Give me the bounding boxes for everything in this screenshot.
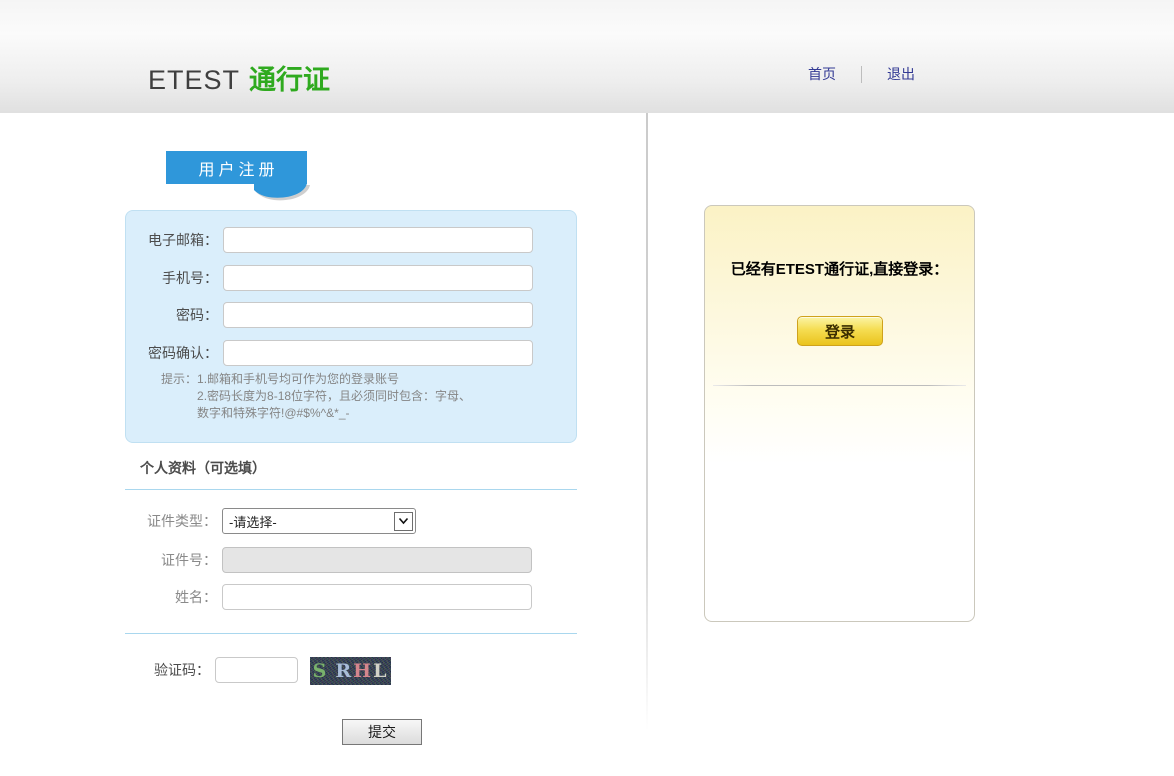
password-label: 密码： bbox=[176, 307, 218, 323]
id-type-select[interactable]: -请选择- bbox=[222, 508, 416, 534]
tab-tail-decoration bbox=[254, 183, 310, 201]
password-row: 密码： bbox=[126, 302, 533, 328]
name-field[interactable] bbox=[222, 584, 532, 610]
chevron-down-icon[interactable] bbox=[394, 511, 413, 531]
password-confirm-row: 密码确认： bbox=[126, 340, 533, 366]
email-label: 电子邮箱： bbox=[148, 232, 218, 248]
password-field[interactable] bbox=[223, 302, 533, 328]
section-divider-bottom bbox=[125, 633, 577, 634]
captcha-letter: R bbox=[335, 660, 354, 682]
page-header: ETEST 通行证 首页 退出 bbox=[0, 0, 1174, 113]
email-field[interactable] bbox=[223, 227, 533, 253]
id-type-selected-value: -请选择- bbox=[229, 514, 277, 530]
captcha-input[interactable] bbox=[215, 657, 298, 683]
name-label: 姓名： bbox=[175, 589, 217, 605]
login-panel: 已经有ETEST通行证,直接登录： 登录 bbox=[704, 205, 975, 622]
captcha-letter: H bbox=[353, 660, 374, 682]
id-number-field bbox=[222, 547, 532, 573]
tip-line-2: 2.密码长度为8-18位字符，且必须同时包含：字母、 bbox=[197, 389, 472, 403]
nav-home-link[interactable]: 首页 bbox=[808, 64, 836, 84]
mobile-field[interactable] bbox=[223, 265, 533, 291]
id-type-label: 证件类型： bbox=[147, 513, 217, 529]
password-confirm-label: 密码确认： bbox=[148, 345, 218, 361]
mobile-label: 手机号： bbox=[162, 270, 218, 286]
captcha-letter: L bbox=[373, 660, 389, 682]
logo-text-etest: ETEST bbox=[148, 65, 241, 95]
id-type-row: 证件类型： -请选择- bbox=[125, 508, 416, 534]
nav-logout-link[interactable]: 退出 bbox=[887, 64, 915, 84]
login-button[interactable]: 登录 bbox=[797, 316, 883, 346]
tips-lines: 1.邮箱和手机号均可作为您的登录账号 2.密码长度为8-18位字符，且必须同时包… bbox=[197, 371, 471, 422]
login-panel-message: 已经有ETEST通行证,直接登录： bbox=[730, 261, 949, 278]
mobile-row: 手机号： bbox=[126, 265, 533, 291]
password-tips: 提示： 1.邮箱和手机号均可作为您的登录账号 2.密码长度为8-18位字符，且必… bbox=[161, 371, 471, 422]
id-number-label: 证件号： bbox=[161, 552, 217, 568]
site-logo: ETEST 通行证 bbox=[148, 58, 330, 97]
nav-divider bbox=[861, 65, 862, 83]
email-row: 电子邮箱： bbox=[126, 227, 533, 253]
column-divider bbox=[646, 113, 648, 731]
captcha-label: 验证码： bbox=[154, 662, 210, 678]
profile-section-heading: 个人资料（可选填） bbox=[140, 460, 266, 476]
captcha-letter: S bbox=[312, 660, 329, 682]
logo-text-pass: 通行证 bbox=[249, 65, 331, 95]
header-nav: 首页 退出 bbox=[808, 64, 915, 84]
tab-user-register: 用户注册 bbox=[166, 151, 307, 184]
captcha-row: 验证码： bbox=[125, 657, 298, 683]
login-panel-divider bbox=[713, 385, 966, 386]
tip-line-1: 1.邮箱和手机号均可作为您的登录账号 bbox=[197, 372, 400, 386]
submit-button[interactable]: 提交 bbox=[342, 719, 422, 745]
tips-prefix: 提示： bbox=[161, 372, 198, 386]
tip-line-3: 数字和特殊字符!@#$%^&*_- bbox=[197, 406, 350, 420]
name-row: 姓名： bbox=[125, 584, 532, 610]
id-number-row: 证件号： bbox=[125, 547, 532, 573]
password-confirm-field[interactable] bbox=[223, 340, 533, 366]
captcha-image[interactable]: SRHL bbox=[310, 657, 391, 685]
section-divider-top bbox=[125, 489, 577, 490]
account-form-box: 电子邮箱： 手机号： 密码： 密码确认： 提示： 1.邮箱和手机号均可作为您的登… bbox=[125, 210, 577, 443]
